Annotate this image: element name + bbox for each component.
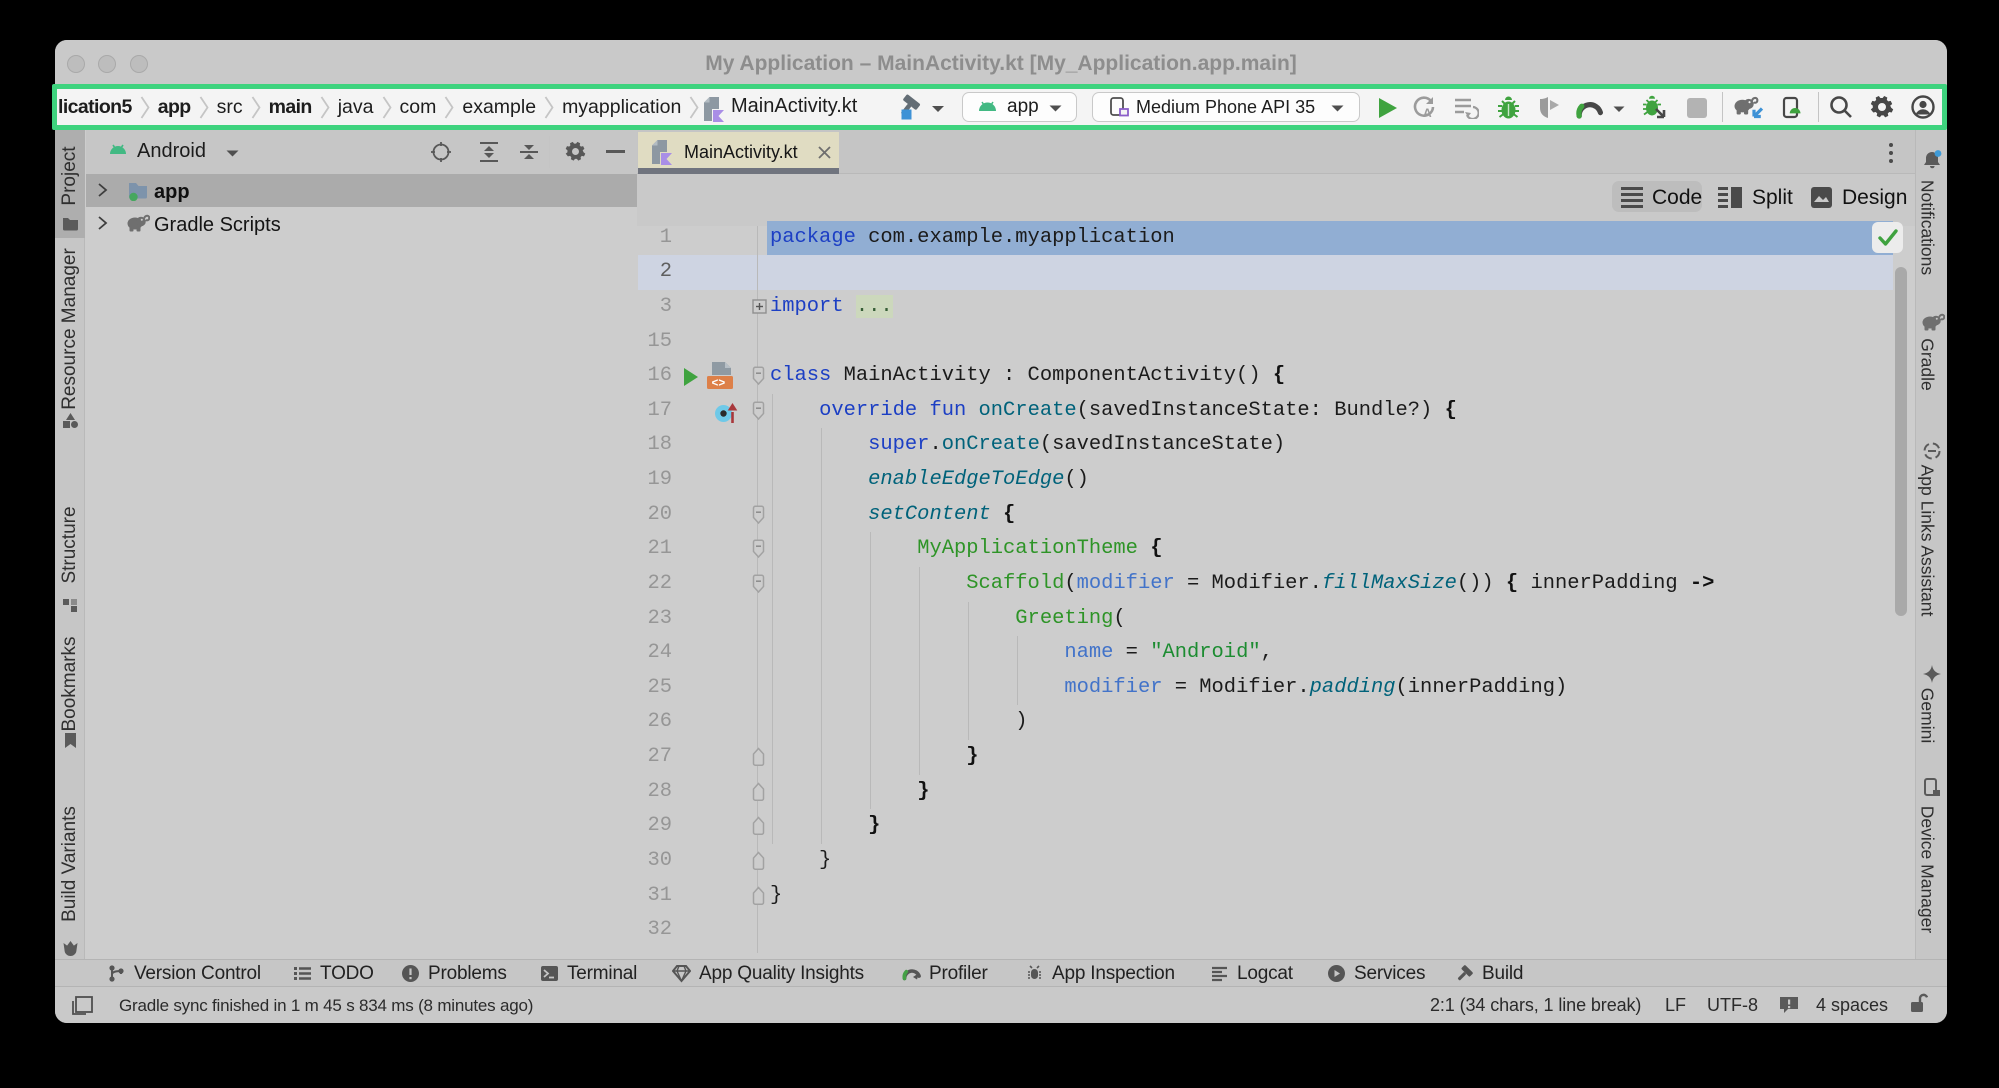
svg-text:<>: <> (712, 378, 726, 391)
svg-text:A: A (1423, 106, 1432, 120)
